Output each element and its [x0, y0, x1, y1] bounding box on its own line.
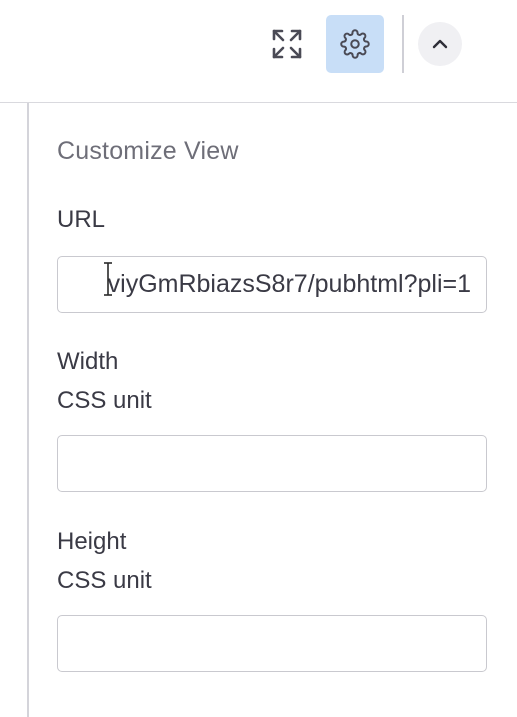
- collapse-button[interactable]: [418, 22, 462, 66]
- settings-button[interactable]: [326, 15, 384, 73]
- toolbar: [0, 0, 517, 103]
- width-hint: CSS unit: [57, 387, 152, 414]
- customize-view-panel: Customize View URL viyGmRbiazsS8r7/pubht…: [29, 103, 517, 717]
- toolbar-divider: [402, 15, 404, 73]
- expand-button[interactable]: [258, 15, 316, 73]
- app-root: Customize View URL viyGmRbiazsS8r7/pubht…: [0, 0, 517, 717]
- text-cursor-icon: [104, 262, 112, 296]
- width-label: Width: [57, 348, 119, 375]
- url-label: URL: [57, 206, 106, 233]
- url-input[interactable]: viyGmRbiazsS8r7/pubhtml?pli=1: [57, 256, 487, 313]
- left-rail: [0, 103, 29, 717]
- height-hint: CSS unit: [57, 567, 152, 594]
- width-input[interactable]: [57, 435, 487, 492]
- chevron-up-icon: [432, 39, 448, 49]
- url-value: viyGmRbiazsS8r7/pubhtml?pli=1: [107, 270, 471, 298]
- expand-arrows-icon: [272, 29, 302, 59]
- panel-title: Customize View: [57, 137, 239, 165]
- height-label: Height: [57, 528, 127, 555]
- height-input[interactable]: [57, 615, 487, 672]
- gear-icon: [340, 29, 370, 59]
